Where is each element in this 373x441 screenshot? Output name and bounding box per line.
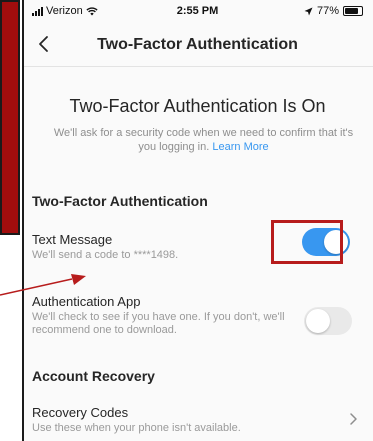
section-title-two-factor: Two-Factor Authentication xyxy=(32,193,208,209)
location-arrow-icon xyxy=(304,7,313,15)
toggle-knob xyxy=(324,230,348,254)
recovery-codes-title[interactable]: Recovery Codes xyxy=(32,405,128,420)
auth-app-title: Authentication App xyxy=(32,294,141,309)
toggle-knob xyxy=(306,309,330,333)
chevron-right-icon[interactable] xyxy=(347,412,359,426)
status-right: 77% xyxy=(304,5,363,17)
learn-more-link[interactable]: Learn More xyxy=(212,141,268,153)
text-message-toggle[interactable] xyxy=(302,228,350,256)
auth-app-desc: We'll check to see if you have one. If y… xyxy=(32,311,285,336)
battery-icon xyxy=(343,6,363,16)
status-bar: Verizon 2:55 PM 77% xyxy=(22,0,373,22)
auth-app-toggle[interactable] xyxy=(304,307,352,335)
text-message-title: Text Message xyxy=(32,232,113,247)
recovery-codes-desc: Use these when your phone isn't availabl… xyxy=(32,422,241,434)
annotation-side-panel xyxy=(0,0,20,235)
nav-bar: Two-Factor Authentication xyxy=(22,24,373,67)
battery-percent: 77% xyxy=(316,5,339,17)
section-title-recovery: Account Recovery xyxy=(32,368,155,384)
phone-screen: Verizon 2:55 PM 77% Two-Factor Authentic… xyxy=(22,0,373,441)
page-title: Two-Factor Authentication xyxy=(97,36,298,53)
status-heading: Two-Factor Authentication Is On xyxy=(69,96,326,116)
status-description: We'll ask for a security code when we ne… xyxy=(52,126,355,154)
text-message-desc: We'll send a code to ****1498. xyxy=(32,249,179,261)
description-text: We'll ask for a security code when we ne… xyxy=(53,127,354,153)
